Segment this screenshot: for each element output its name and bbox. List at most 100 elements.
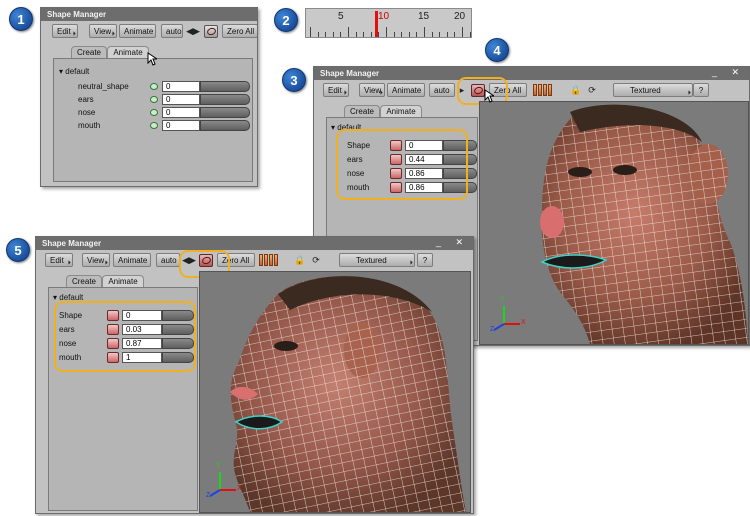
- toolbar: Edit View Animate auto ◀▶ Zero All: [44, 23, 257, 40]
- shape-row: neutral_shape 0: [78, 81, 252, 93]
- timeline-tick: [332, 32, 334, 37]
- shape-row: ears 0: [78, 94, 252, 106]
- shape-slider[interactable]: [200, 81, 250, 92]
- help-button[interactable]: ?: [693, 83, 709, 97]
- tab-bar: Create Animate: [58, 275, 178, 288]
- axis-label-x: X: [237, 485, 242, 492]
- 3d-viewport[interactable]: Y X Z: [479, 101, 749, 345]
- shape-label: ears: [78, 95, 94, 104]
- group-label: default: [65, 67, 90, 76]
- step-badge-5: 5: [6, 238, 30, 262]
- shape-value-field[interactable]: 0: [162, 107, 200, 118]
- group-header[interactable]: ▾ default: [59, 67, 89, 76]
- axis-label-x: X: [521, 319, 526, 326]
- timeline-label: 15: [418, 11, 430, 22]
- shading-mode-dropdown[interactable]: Textured: [339, 253, 415, 267]
- shape-value-field[interactable]: 0: [162, 81, 200, 92]
- animate-menu-button[interactable]: Animate: [387, 83, 425, 97]
- axis-gizmo: Y X Z: [206, 462, 246, 504]
- key-status-icon[interactable]: [150, 83, 158, 90]
- edit-menu-button[interactable]: Edit: [45, 253, 73, 267]
- timeline-tick: [370, 32, 372, 37]
- timeline-tick: [386, 27, 387, 37]
- timeline-tick: [378, 32, 380, 37]
- edit-menu-button[interactable]: Edit: [323, 83, 349, 97]
- view-menu-button[interactable]: View: [82, 253, 110, 267]
- timeline-tick: [393, 32, 395, 37]
- axis-label-y: Y: [500, 296, 505, 303]
- shape-manager-window-5: Shape Manager _ ✕ Edit View Animate auto…: [35, 236, 474, 514]
- 3d-viewport[interactable]: Y X Z: [199, 271, 471, 513]
- timeline-playhead[interactable]: [375, 11, 378, 37]
- shape-slider[interactable]: [200, 120, 250, 131]
- shape-row: nose 0: [78, 107, 252, 119]
- highlight-sliders: [336, 129, 468, 200]
- tab-bar: Create Animate: [336, 105, 456, 118]
- animate-menu-button[interactable]: Animate: [113, 253, 151, 267]
- refresh-icon[interactable]: ⟳: [309, 253, 323, 267]
- lock-icon[interactable]: 🔒: [569, 83, 583, 97]
- timeline-tick: [462, 27, 463, 37]
- keyframe-bars-icon[interactable]: [259, 254, 278, 266]
- shading-mode-dropdown[interactable]: Textured: [613, 83, 693, 97]
- tab-bar: Create Animate: [63, 46, 253, 59]
- timeline-tick: [363, 32, 365, 37]
- shape-label: mouth: [78, 121, 101, 130]
- edit-menu-button[interactable]: Edit: [52, 24, 78, 38]
- timeline-label: 5: [338, 11, 344, 22]
- animate-menu-button[interactable]: Animate: [119, 24, 156, 38]
- key-mode-icon[interactable]: [204, 25, 218, 38]
- step-badge-3: 3: [282, 68, 306, 92]
- lock-icon[interactable]: 🔒: [293, 253, 307, 267]
- timeline-label: 20: [454, 11, 466, 22]
- timeline-tick: [416, 32, 418, 37]
- timeline-tick: [446, 32, 448, 37]
- shape-slider[interactable]: [200, 94, 250, 105]
- shape-value-field[interactable]: 0: [162, 120, 200, 131]
- axis-label-z: Z: [490, 326, 495, 333]
- toolbar: Edit View Animate auto ◀▶ Zero All 🔒 ⟳ T…: [39, 252, 470, 269]
- timeline-tick: [310, 27, 311, 37]
- timeline-tick: [469, 32, 471, 37]
- window-title: Shape Manager: [41, 8, 257, 21]
- toolbar: Edit View Animate auto ▸ Zero All 🔒 ⟳ Te…: [317, 82, 746, 99]
- window-title: Shape Manager: [314, 67, 749, 80]
- shape-label: neutral_shape: [78, 82, 129, 91]
- shape-row: mouth 0: [78, 120, 252, 132]
- timeline-tick: [439, 32, 441, 37]
- shape-label: nose: [78, 108, 96, 117]
- step-badge-4: 4: [485, 38, 509, 62]
- highlight-sliders: [54, 301, 196, 372]
- auto-key-dropdown[interactable]: auto: [429, 83, 455, 97]
- key-status-icon[interactable]: [150, 96, 158, 103]
- shape-slider[interactable]: [200, 107, 250, 118]
- help-button[interactable]: ?: [417, 253, 433, 267]
- window-buttons[interactable]: _ ✕: [436, 237, 469, 248]
- window-title: Shape Manager: [36, 237, 473, 250]
- window-buttons[interactable]: _ ✕: [712, 67, 745, 78]
- timeline-tick: [454, 32, 456, 37]
- auto-key-dropdown[interactable]: auto: [161, 24, 183, 38]
- timeline-tick: [325, 32, 327, 37]
- view-menu-button[interactable]: View: [89, 24, 117, 38]
- auto-key-dropdown[interactable]: auto: [156, 253, 180, 267]
- timeline-tick: [408, 32, 410, 37]
- refresh-icon[interactable]: ⟳: [585, 83, 599, 97]
- timeline-tick: [317, 32, 319, 37]
- view-menu-button[interactable]: View: [359, 83, 385, 97]
- timeline-tick: [431, 32, 433, 37]
- step-badge-1: 1: [9, 7, 33, 31]
- key-status-icon[interactable]: [150, 122, 158, 129]
- key-status-icon[interactable]: [150, 109, 158, 116]
- mouse-cursor-icon: [484, 89, 494, 103]
- timeline-tick: [401, 32, 403, 37]
- timeline-tick: [348, 27, 349, 37]
- timeline-tick: [340, 32, 342, 37]
- play-arrows-icon[interactable]: ◀▶: [184, 24, 202, 38]
- timeline-label-current: 10: [378, 11, 390, 22]
- timeline-tick: [424, 27, 425, 37]
- timeline-slider[interactable]: 5 10 15 20: [305, 8, 472, 38]
- keyframe-bars-icon[interactable]: [533, 84, 552, 96]
- zero-all-button[interactable]: Zero All: [222, 24, 257, 38]
- shape-value-field[interactable]: 0: [162, 94, 200, 105]
